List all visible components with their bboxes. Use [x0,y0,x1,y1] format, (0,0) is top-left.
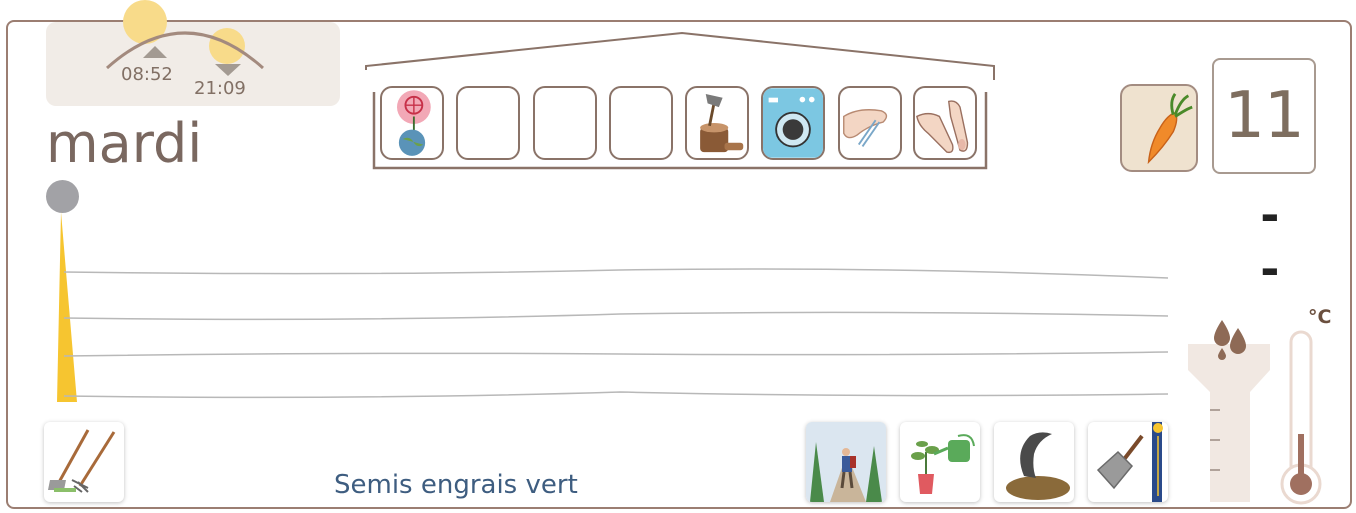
hoe-rake-icon [48,429,116,493]
washing-machine-icon [763,88,823,158]
day-number: 11 [1224,79,1304,153]
spade-icon [1096,422,1163,502]
moon-phase-indicator: - - [1256,188,1290,296]
moon-icon [46,180,79,213]
day-name: mardi [46,112,203,175]
tool-tile-horn[interactable] [994,422,1074,502]
carrot-icon [1147,92,1193,165]
writing-lines [63,268,1169,399]
axe-stump-icon [700,93,744,153]
house-slot-4[interactable] [609,86,673,160]
tool-tile-hiker[interactable] [806,422,886,502]
hiker-path-icon [806,422,886,502]
house-slot-5[interactable] [685,86,749,160]
house-slot-6[interactable] [761,86,825,160]
watering-can-icon [911,434,975,494]
house-slot-3[interactable] [533,86,597,160]
sun-arc-icon [105,0,265,76]
thermometer-icon [1280,330,1322,505]
horn-manure-icon [1006,432,1070,500]
tool-tile-hoe-rake[interactable] [44,422,124,502]
earth-flower-icon [397,90,431,156]
house-slot-7[interactable] [838,86,902,160]
house-slot-1[interactable] [380,86,444,160]
tool-tile-watering[interactable] [900,422,980,502]
house-slot-2[interactable] [456,86,520,160]
hand-finger-icon [916,100,969,154]
temperature-unit: °C [1308,306,1332,328]
activity-label: Semis engrais vert [334,470,578,500]
plant-tile[interactable] [1120,84,1198,172]
tool-tile-spade[interactable] [1088,422,1168,502]
sunrise-time: 08:52 [121,64,173,85]
day-number-box: 11 [1212,58,1316,174]
rain-drops-icon [1188,320,1270,502]
hand-tweezers-icon [843,109,888,147]
sunset-time: 21:09 [194,78,246,99]
house-slot-8[interactable] [913,86,977,160]
